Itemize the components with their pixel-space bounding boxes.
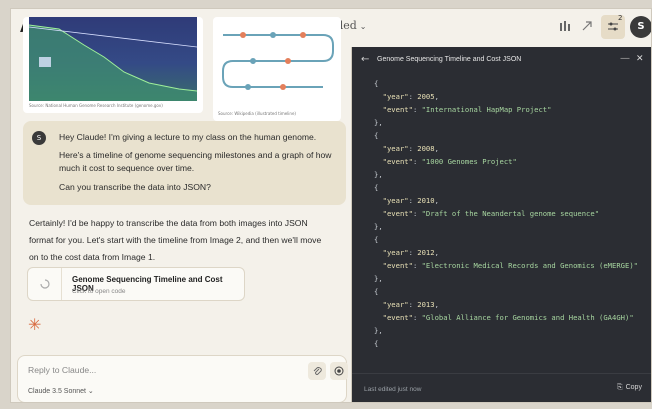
attached-images: Source: National Human Genome Research I…: [23, 17, 341, 121]
code-line-close-brace: },: [374, 170, 383, 179]
chevron-down-icon: ⌄: [359, 22, 367, 31]
attach-button[interactable]: [308, 362, 326, 380]
code-line-year: "year": 2005,: [382, 92, 439, 101]
code-line-open-brace: {: [374, 339, 379, 348]
reply-input[interactable]: Reply to Claude...: [28, 365, 96, 375]
code-line-open-brace: {: [374, 287, 379, 296]
code-line-close-brace: },: [374, 326, 383, 335]
library-icon[interactable]: [558, 20, 572, 34]
user-message-line: Can you transcribe the data into JSON?: [59, 182, 211, 192]
settings-badge: 2: [618, 14, 623, 22]
share-icon[interactable]: [580, 20, 594, 34]
code-block: { "year": 2005, "event": "International …: [374, 77, 650, 367]
attached-image-cost-graph[interactable]: Source: National Human Genome Research I…: [23, 17, 203, 113]
code-line-event: "event": "Draft of the Neandertal genome…: [382, 209, 600, 218]
code-panel-header: ← Genome Sequencing Timeline and Cost JS…: [352, 47, 651, 75]
code-panel-title: Genome Sequencing Timeline and Cost JSON: [377, 56, 522, 63]
minimize-icon[interactable]: —: [620, 53, 630, 64]
claude-spark-icon: ✳: [28, 315, 42, 334]
artifact-subtitle: Click to open code: [72, 288, 126, 295]
code-line-year: "year": 2013,: [382, 300, 439, 309]
code-line-year: "year": 2010,: [382, 196, 439, 205]
code-line-event: "event": "Global Alliance for Genomics a…: [382, 313, 634, 322]
user-avatar[interactable]: S: [630, 16, 651, 38]
code-line-close-brace: },: [374, 222, 383, 231]
assistant-message-text: Certainly! I'd be happy to transcribe th…: [29, 218, 322, 262]
code-panel-footer: Last edited just now ⎘ Copy: [352, 373, 651, 402]
app-window: A\ + Untitled⌄ 2 S Source: National: [10, 8, 652, 403]
code-line-open-brace: {: [374, 235, 379, 244]
artifact-card[interactable]: Genome Sequencing Timeline and Cost JSON…: [27, 267, 245, 301]
back-arrow-icon[interactable]: ←: [361, 54, 369, 65]
code-line-open-brace: {: [374, 183, 379, 192]
cost-graph-thumbnail: [28, 17, 198, 101]
code-line-close-brace: },: [374, 118, 383, 127]
model-selector[interactable]: Claude 3.5 Sonnet ⌄: [28, 387, 94, 395]
code-line-open-brace: {: [374, 131, 379, 140]
voice-button[interactable]: [330, 362, 348, 380]
user-message-avatar: S: [32, 131, 46, 145]
code-line-year: "year": 2012,: [382, 248, 439, 257]
attached-image-timeline[interactable]: Source: Wikipedia (illustrated timeline): [213, 17, 341, 121]
code-line-event: "event": "Electronic Medical Records and…: [382, 261, 638, 270]
code-line-close-brace: },: [374, 274, 383, 283]
code-line-event: "event": "1000 Genomes Project": [382, 157, 517, 166]
artifact-code-panel: ← Genome Sequencing Timeline and Cost JS…: [351, 47, 651, 402]
copy-button[interactable]: ⎘ Copy: [617, 384, 642, 392]
last-edited-label: Last edited just now: [364, 386, 422, 393]
user-message-line: Hey Claude! I'm giving a lecture to my c…: [59, 132, 317, 142]
image-caption: Source: Wikipedia (illustrated timeline): [218, 111, 296, 116]
reply-composer[interactable]: Reply to Claude... Claude 3.5 Sonnet ⌄: [17, 355, 348, 402]
code-line-event: "event": "International HapMap Project": [382, 105, 552, 114]
close-icon[interactable]: ✕: [636, 54, 644, 64]
loading-spinner-icon: [28, 268, 62, 300]
user-message-line: Here's a timeline of genome sequencing m…: [59, 150, 332, 173]
user-message: S Hey Claude! I'm giving a lecture to my…: [23, 121, 346, 205]
code-line-year: "year": 2008,: [382, 144, 439, 153]
copy-label: Copy: [625, 384, 642, 391]
code-line-open-brace: {: [374, 79, 379, 88]
image-caption: Source: National Human Genome Research I…: [29, 103, 163, 108]
copy-icon: ⎘: [617, 384, 623, 391]
